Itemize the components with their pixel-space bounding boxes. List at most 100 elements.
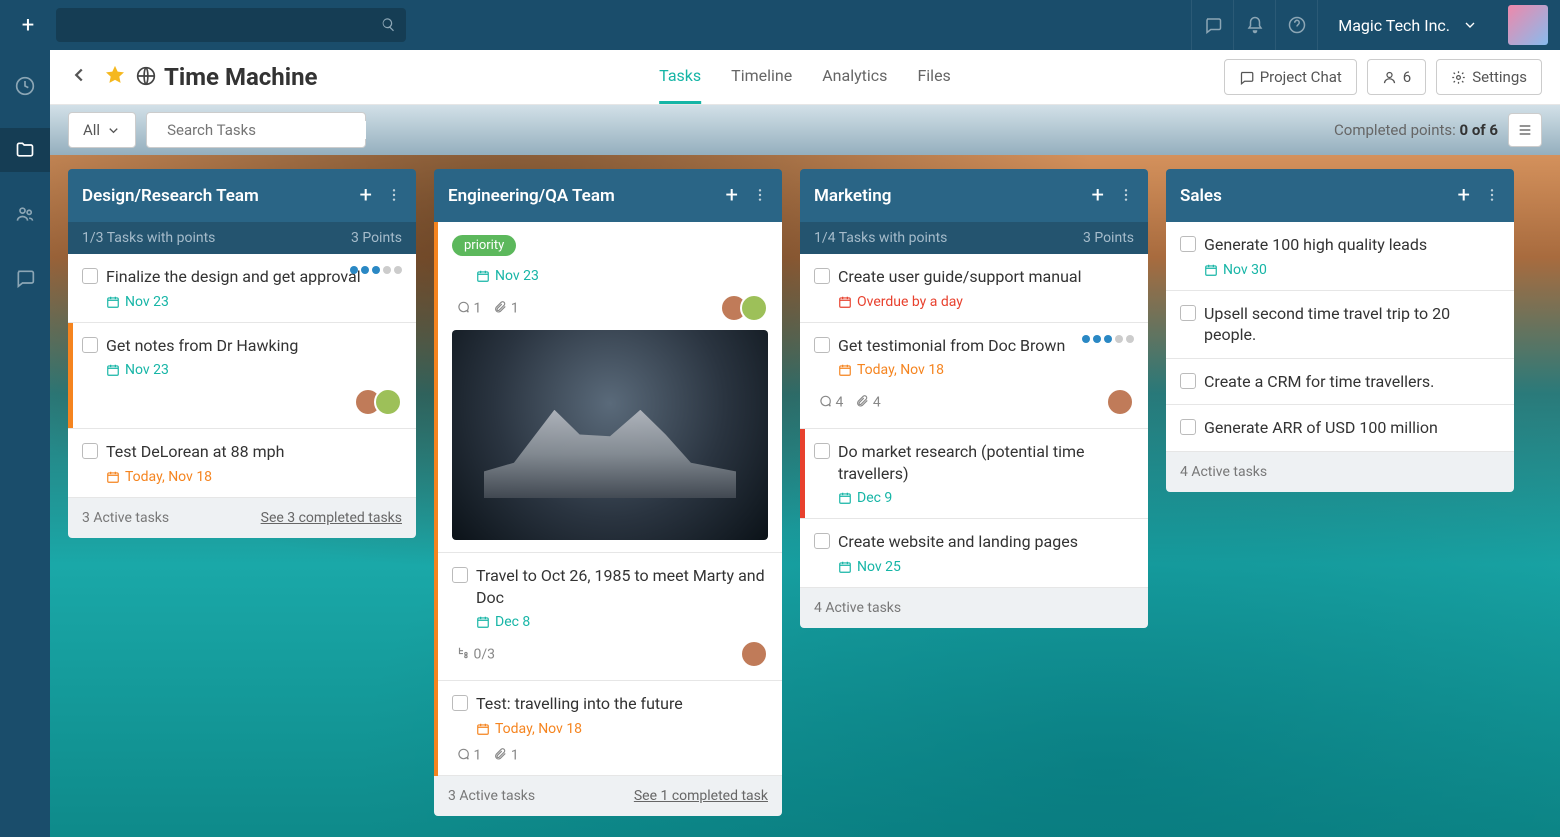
comments-count: 1: [456, 300, 481, 316]
column-title: Engineering/QA Team: [448, 186, 726, 206]
comment-icon: [456, 300, 470, 314]
task-card[interactable]: priorityNov 23 1 1: [438, 222, 782, 553]
calendar-icon: [838, 560, 852, 574]
task-meta: [86, 388, 402, 416]
column-header: Sales +: [1166, 169, 1514, 222]
task-date: Dec 8: [476, 614, 768, 630]
column-menu-button[interactable]: [752, 186, 768, 205]
user-avatar[interactable]: [1508, 5, 1548, 45]
settings-button[interactable]: Settings: [1436, 59, 1542, 95]
task-checkbox[interactable]: [452, 567, 468, 583]
task-title: Create user guide/support manual: [838, 266, 1082, 288]
search-icon: [381, 16, 396, 34]
task-checkbox[interactable]: [814, 337, 830, 353]
task-card[interactable]: Create a CRM for time travellers.: [1166, 359, 1514, 406]
star-icon[interactable]: [104, 64, 126, 89]
priority-bar: [800, 429, 805, 518]
filter-dropdown[interactable]: All: [68, 112, 136, 148]
task-title: Do market research (potential time trave…: [838, 441, 1134, 484]
back-button[interactable]: [68, 64, 90, 89]
task-checkbox[interactable]: [1180, 419, 1196, 435]
chevron-down-icon: [1462, 17, 1478, 33]
calendar-icon: [106, 470, 120, 484]
comments-count: 1: [456, 747, 481, 763]
avatar: [740, 294, 768, 322]
task-card[interactable]: Get notes from Dr HawkingNov 23: [68, 323, 416, 430]
column-footer: 3 Active tasksSee 3 completed tasks: [68, 498, 416, 538]
rail-people-icon[interactable]: [0, 192, 50, 236]
calendar-icon: [838, 363, 852, 377]
column-add-button[interactable]: +: [726, 183, 738, 208]
task-checkbox[interactable]: [1180, 236, 1196, 252]
task-checkbox[interactable]: [1180, 373, 1196, 389]
attachments-count: 1: [493, 300, 518, 316]
priority-dots: [1082, 335, 1134, 343]
task-card[interactable]: Travel to Oct 26, 1985 to meet Marty and…: [438, 553, 782, 681]
column-menu-button[interactable]: [386, 186, 402, 205]
notifications-icon[interactable]: [1233, 0, 1275, 50]
column-add-button[interactable]: +: [1092, 183, 1104, 208]
column-add-button[interactable]: +: [1458, 183, 1470, 208]
task-checkbox[interactable]: [82, 443, 98, 459]
priority-dots: [350, 266, 402, 274]
project-chat-button[interactable]: Project Chat: [1224, 59, 1357, 95]
task-card[interactable]: Create user guide/support manualOverdue …: [800, 254, 1148, 323]
list-icon: [1517, 122, 1533, 138]
column-header: Design/Research Team +: [68, 169, 416, 222]
task-card[interactable]: Test DeLorean at 88 mphToday, Nov 18: [68, 429, 416, 498]
global-add-button[interactable]: +: [12, 9, 44, 41]
task-card[interactable]: Get testimonial from Doc BrownToday, Nov…: [800, 323, 1148, 430]
task-card[interactable]: Generate ARR of USD 100 million: [1166, 405, 1514, 452]
completed-tasks-link[interactable]: See 1 completed task: [634, 788, 768, 804]
rail-chat-icon[interactable]: [0, 256, 50, 300]
task-checkbox[interactable]: [814, 443, 830, 459]
task-checkbox[interactable]: [452, 695, 468, 711]
attachments-count: 1: [493, 747, 518, 763]
tab-tasks[interactable]: Tasks: [659, 50, 701, 104]
help-icon[interactable]: [1275, 0, 1317, 50]
completed-points: Completed points: 0 of 6: [1334, 121, 1498, 139]
tab-files[interactable]: Files: [917, 50, 950, 104]
task-card[interactable]: Test: travelling into the futureToday, N…: [438, 681, 782, 776]
task-date: Today, Nov 18: [106, 469, 402, 485]
tab-analytics[interactable]: Analytics: [822, 50, 887, 104]
task-title: Test: travelling into the future: [476, 693, 683, 715]
task-assignees: [354, 388, 402, 416]
column-add-button[interactable]: +: [360, 183, 372, 208]
task-title: Generate 100 high quality leads: [1204, 234, 1427, 256]
column-title: Marketing: [814, 186, 1092, 206]
task-card[interactable]: Do market research (potential time trave…: [800, 429, 1148, 519]
task-card[interactable]: Upsell second time travel trip to 20 peo…: [1166, 291, 1514, 359]
task-checkbox[interactable]: [814, 268, 830, 284]
project-header: Time Machine Tasks Timeline Analytics Fi…: [50, 50, 1560, 105]
task-image: [452, 330, 768, 540]
rail-recent-icon[interactable]: [0, 64, 50, 108]
column-menu-button[interactable]: [1118, 186, 1134, 205]
task-checkbox[interactable]: [82, 268, 98, 284]
column-subheader: 1/3 Tasks with points3 Points: [68, 222, 416, 254]
chat-icon[interactable]: [1191, 0, 1233, 50]
completed-tasks-link[interactable]: See 3 completed tasks: [261, 510, 402, 526]
rail-projects-icon[interactable]: [0, 128, 50, 172]
column-header: Marketing +: [800, 169, 1148, 222]
members-button[interactable]: 6: [1367, 59, 1426, 95]
task-meta: 1 1: [456, 747, 768, 763]
task-checkbox[interactable]: [82, 337, 98, 353]
org-switcher[interactable]: Magic Tech Inc.: [1317, 0, 1498, 50]
task-date: Today, Nov 18: [838, 362, 1134, 378]
task-search[interactable]: [146, 112, 366, 148]
global-search-input[interactable]: [66, 17, 381, 33]
task-card[interactable]: Generate 100 high quality leadsNov 30: [1166, 222, 1514, 291]
calendar-icon: [1204, 263, 1218, 277]
column-menu-button[interactable]: [1484, 186, 1500, 205]
board-column: Engineering/QA Team + priorityNov 23 1 1…: [434, 169, 782, 816]
view-toggle-button[interactable]: [1508, 113, 1542, 147]
task-card[interactable]: Create website and landing pagesNov 25: [800, 519, 1148, 588]
tab-timeline[interactable]: Timeline: [731, 50, 792, 104]
task-card[interactable]: Finalize the design and get approvalNov …: [68, 254, 416, 323]
task-search-input[interactable]: [167, 121, 366, 139]
task-title: Create a CRM for time travellers.: [1204, 371, 1434, 393]
global-search[interactable]: [56, 8, 406, 42]
task-checkbox[interactable]: [814, 533, 830, 549]
task-checkbox[interactable]: [1180, 305, 1196, 321]
